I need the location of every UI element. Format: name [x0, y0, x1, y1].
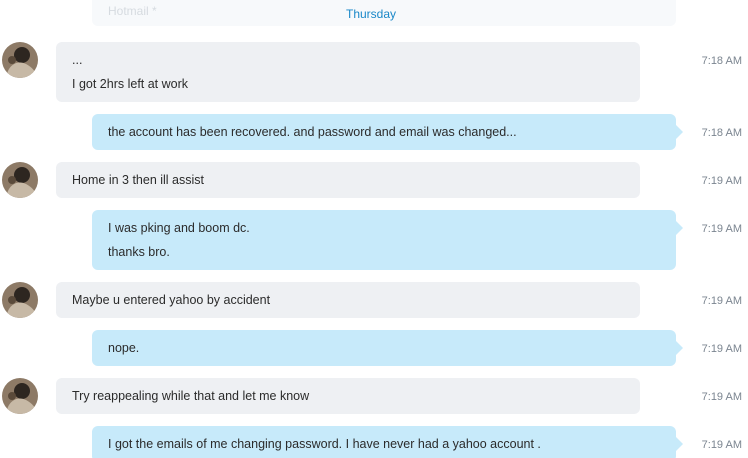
message-timestamp: 7:19 AM [701, 391, 742, 403]
message-timestamp: 7:19 AM [701, 223, 742, 235]
message-text: the account has been recovered. and pass… [108, 125, 517, 139]
message-timestamp: 7:19 AM [701, 175, 742, 187]
message-text: I was pking and boom dc. [108, 221, 250, 235]
message-timestamp: 7:19 AM [701, 343, 742, 355]
message-bubble[interactable]: Home in 3 then ill assist [56, 162, 640, 198]
contact-avatar[interactable] [2, 282, 38, 318]
message-timestamp: 7:18 AM [701, 55, 742, 67]
chat-history[interactable]: Hotmail * Thursday ... I got 2hrs left a… [0, 0, 748, 458]
message-text: ... [72, 53, 83, 67]
message-bubble[interactable]: ... I got 2hrs left at work [56, 42, 640, 102]
message-text: thanks bro. [108, 245, 170, 259]
message-bubble[interactable]: I was pking and boom dc. thanks bro. [92, 210, 683, 270]
message-text: nope. [108, 341, 140, 355]
message-bubble[interactable]: Maybe u entered yahoo by accident [56, 282, 640, 318]
message-timestamp: 7:19 AM [701, 439, 742, 451]
message-bubble[interactable]: I got the emails of me changing password… [92, 426, 683, 458]
message-text: Maybe u entered yahoo by accident [72, 293, 271, 307]
day-divider: Thursday [345, 7, 397, 21]
message-timestamp: 7:18 AM [701, 127, 742, 139]
message-timestamp: 7:19 AM [701, 295, 742, 307]
message-bubble[interactable]: Try reappealing while that and let me kn… [56, 378, 640, 414]
contact-avatar[interactable] [2, 42, 38, 78]
message-text: Home in 3 then ill assist [72, 173, 205, 187]
message-text: I got the emails of me changing password… [108, 437, 541, 451]
message-bubble[interactable]: the account has been recovered. and pass… [92, 114, 683, 150]
message-bubble[interactable]: nope. [92, 330, 683, 366]
message-text: I got 2hrs left at work [72, 77, 189, 91]
contact-avatar[interactable] [2, 162, 38, 198]
message-text: Try reappealing while that and let me kn… [72, 389, 310, 403]
contact-avatar[interactable] [2, 378, 38, 414]
